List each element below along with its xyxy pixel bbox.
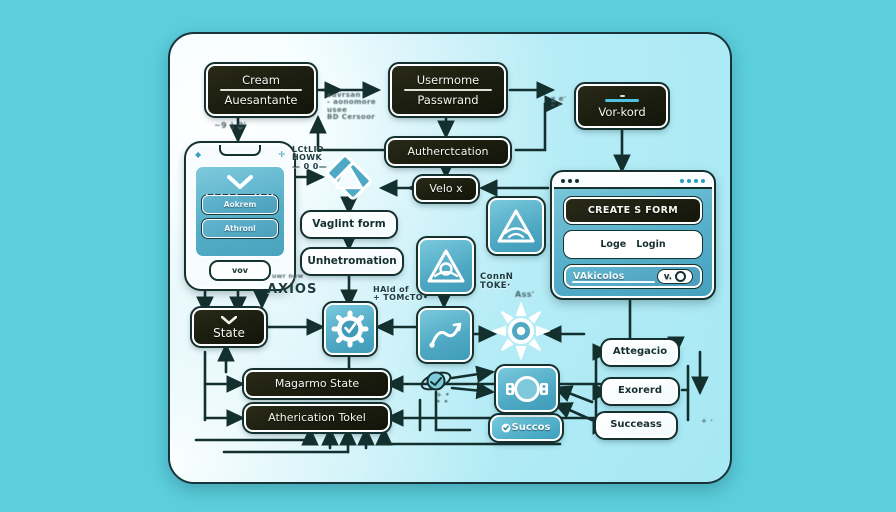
node-succeass[interactable]: Succeass [594, 411, 678, 440]
sunburst-icon[interactable] [492, 302, 550, 360]
node-velo-x[interactable]: Velo x [412, 174, 480, 204]
browser-progress-pill-label: v. [663, 271, 672, 282]
phone-dots-right: •• •• [253, 192, 275, 199]
lens-icon[interactable] [494, 364, 560, 414]
node-velo-x-label: Velo x [429, 182, 463, 196]
annotation-conn-token: ConnN TOKE· [480, 272, 514, 291]
annotation-login-hook: LCtLID HOWK — 0 0— [292, 145, 328, 171]
node-divider [404, 89, 492, 91]
diamond-node-icon[interactable] [322, 150, 376, 204]
browser-content: CREATE S FORM Loge Login VAkicolos v. [554, 189, 712, 296]
chevron-down-icon [221, 316, 237, 325]
gear-check-icon[interactable] [322, 301, 378, 357]
browser-progress-label: VAkicolos [573, 271, 625, 282]
browser-progress-pill[interactable]: v. [656, 269, 693, 284]
node-state[interactable]: State [190, 306, 268, 348]
node-authentication[interactable]: Autherctcation [384, 136, 512, 168]
phone-field-password-label: Athronl [224, 224, 256, 233]
route-icon[interactable] [416, 306, 474, 364]
phone-screen: • • • • • •• •• Aokrem Athronl [195, 166, 285, 257]
annotation-top-scribble: suvrsan - aonomore usee BD Cersoor [327, 91, 376, 122]
annotation-corner-mark: + · [701, 417, 714, 425]
phone-field-password[interactable]: Athronl [201, 218, 279, 239]
phone-submit-label: vov [232, 266, 248, 275]
browser-login-row[interactable]: Loge Login [563, 230, 703, 259]
annotation-axios: AXIOS [267, 282, 318, 297]
node-magarme-state[interactable]: Magarmo State [242, 368, 392, 400]
annotation-res: Ass' [515, 290, 535, 299]
node-succos[interactable]: Succos [488, 413, 564, 443]
phone-status-dot-icon: ◆ [195, 150, 202, 159]
browser-heading-label: CREATE S FORM [587, 205, 679, 216]
node-unhetromation[interactable]: Unhetromation [300, 247, 404, 276]
node-divider [219, 89, 303, 91]
phone-notch [219, 145, 261, 156]
phone-mockup[interactable]: ◆ ✛ • • • • • •• •• Aokrem Athronl vov [184, 141, 296, 291]
node-atherication-token[interactable]: Atherication Tokel [242, 402, 392, 434]
node-password-label: Passwrand [417, 93, 479, 107]
diagram-stage: Cream Auesantante Usermome Passwrand Vor… [0, 0, 896, 512]
node-vaglint-form-label: Vaglint form [312, 217, 386, 230]
node-username-password[interactable]: Usermome Passwrand [388, 62, 508, 118]
annotation-right-mark-top: x e' " " [551, 95, 567, 111]
node-magarme-state-label: Magarmo State [274, 377, 360, 391]
browser-login-right-label: Login [636, 239, 666, 250]
check-shield-icon [501, 423, 511, 433]
annotation-axios-small: uwr new [272, 273, 304, 280]
phone-dot-row: • • • • • •• •• [196, 192, 284, 199]
browser-toolbar-icons[interactable] [680, 178, 705, 183]
browser-progress-row[interactable]: VAkicolos v. [563, 264, 703, 289]
window-controls-icon[interactable] [561, 178, 579, 183]
ring-icon [675, 271, 686, 282]
node-vaglint-form[interactable]: Vaglint form [300, 210, 398, 239]
phone-submit-button[interactable]: vov [209, 260, 271, 281]
node-succos-label: Succos [511, 421, 551, 433]
annotation-bottom-mark: + • • • [436, 391, 450, 407]
browser-heading: CREATE S FORM [563, 196, 703, 225]
node-unhetromation-label: Unhetromation [307, 254, 397, 267]
node-vorkord-label: Vor-kord [598, 105, 646, 120]
node-cream-auth[interactable]: Cream Auesantante [204, 62, 318, 118]
node-exorerd[interactable]: Exorerd [600, 377, 680, 406]
node-attegacio-label: Attegacio [612, 346, 668, 358]
node-cream-auth-line1: Cream [242, 72, 280, 87]
phone-field-username-label: Aokrem [223, 200, 257, 209]
browser-login-left-label: Loge [600, 239, 627, 250]
phone-dots-left: • • • • • [205, 192, 240, 199]
triangle-badge-icon[interactable] [486, 196, 546, 256]
node-succeass-label: Succeass [610, 419, 662, 431]
chevron-down-icon [227, 175, 253, 190]
annotation-left-mark: ~9 ) 0' [214, 121, 247, 130]
node-state-label: State [213, 325, 245, 340]
node-cream-auth-line2: Auesantante [224, 93, 298, 107]
node-username-label: Usermome [416, 72, 480, 87]
node-exorerd-label: Exorerd [618, 385, 662, 397]
stacked-lines-icon [605, 95, 639, 102]
node-authentication-label: Autherctcation [407, 145, 489, 159]
phone-status-plus-icon: ✛ [278, 150, 285, 159]
annotation-half-of: HAld of + TOMcTO• [373, 285, 429, 303]
browser-title-bar [554, 174, 712, 189]
browser-mockup[interactable]: CREATE S FORM Loge Login VAkicolos v. [550, 170, 716, 300]
node-vorkord[interactable]: Vor-kord [574, 82, 670, 130]
node-atherication-token-label: Atherication Tokel [268, 411, 366, 425]
node-attegacio[interactable]: Attegacio [600, 338, 680, 367]
